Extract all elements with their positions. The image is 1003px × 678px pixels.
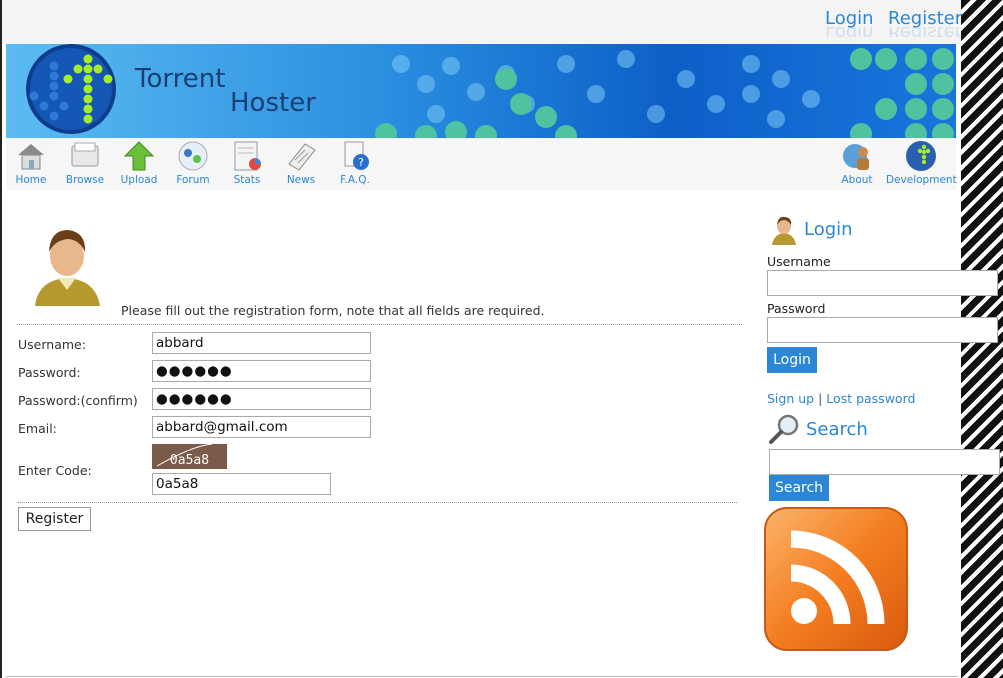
nav-upload[interactable]: Upload [115,140,163,186]
username-label: Username: [18,337,86,352]
nav-home[interactable]: Home [7,140,55,186]
sidebar-password-label: Password [767,301,826,316]
sidebar-username-field[interactable] [767,270,998,296]
user-avatar-icon [35,230,100,306]
nav-faq[interactable]: ? F.A.Q. [331,140,379,186]
sidebar-search-field[interactable] [769,449,1000,475]
nav-forum[interactable]: Forum [169,140,217,186]
email-field[interactable] [152,416,371,438]
browse-icon [71,142,99,167]
nav-about-label: About [841,174,873,186]
news-icon [288,143,316,171]
banner-title-line1: Torrent [135,64,226,94]
development-icon [906,141,936,171]
svg-text:?: ? [358,156,364,169]
sidebar-login-title: Login [804,219,853,240]
signup-link[interactable]: Sign up [767,391,814,406]
nav-forum-label: Forum [176,174,210,186]
code-field[interactable] [152,473,331,495]
top-login-label: Login [825,8,874,29]
registration-intro: Please fill out the registration form, n… [121,303,545,318]
nav-stats-label: Stats [233,174,261,186]
captcha-image: 0a5a8 [152,444,227,469]
nav-development[interactable]: Development [886,140,957,186]
nav-news[interactable]: News [277,140,325,186]
code-label: Enter Code: [18,463,92,478]
top-bar: Login Login Register Register [2,0,963,44]
sidebar-username-label: Username [767,254,831,269]
main-nav: Home Browse Upload Forum Stats News ? F.… [6,138,957,190]
top-register-label: Register [888,8,963,29]
upload-icon [123,141,155,171]
nav-upload-label: Upload [120,174,158,186]
sidebar-search-title: Search [806,419,868,440]
faq-icon: ? [344,141,369,170]
banner-title-line2: Hoster [230,88,316,118]
nav-home-label: Home [15,174,47,186]
left-edge [0,0,2,678]
nav-browse-label: Browse [65,174,105,186]
form-bottom-divider [17,502,737,503]
email-label: Email: [18,421,57,436]
register-button[interactable]: Register [18,507,91,531]
password-field[interactable]: ●●●●●● [152,360,371,382]
form-top-divider [17,324,742,325]
stats-icon [234,141,261,171]
nav-news-label: News [286,174,316,186]
top-register-reflection: Register [888,27,962,37]
password-confirm-field[interactable]: ●●●●●● [152,388,371,410]
top-login-link[interactable]: Login Login [825,8,874,37]
sidebar-login-button[interactable]: Login [767,347,817,373]
password-label: Password: [18,365,81,380]
top-login-reflection: Login [825,27,874,37]
sidebar-account-links: Sign up | Lost password [767,391,915,406]
sidebar-password-field[interactable] [767,317,998,343]
nav-stats[interactable]: Stats [223,140,271,186]
captcha-text: 0a5a8 [169,453,210,468]
about-icon [843,144,869,170]
top-register-link[interactable]: Register Register [888,8,963,37]
magnifier-icon [769,414,799,444]
forum-icon [178,141,208,171]
footer-divider [6,676,958,677]
login-user-icon [772,216,796,245]
nav-faq-label: F.A.Q. [340,174,370,186]
username-field[interactable] [152,332,371,354]
site-banner: Torrent Hoster [6,44,956,138]
lost-password-link[interactable]: Lost password [826,391,915,406]
rss-feed-icon[interactable] [764,507,908,651]
nav-about[interactable]: About [833,140,881,186]
nav-browse[interactable]: Browse [61,140,109,186]
nav-development-label: Development [886,174,957,186]
password-confirm-label: Password:(confirm) [18,393,138,408]
link-separator: | [818,391,823,406]
sidebar-search-button[interactable]: Search [769,475,829,501]
home-icon [18,144,44,170]
